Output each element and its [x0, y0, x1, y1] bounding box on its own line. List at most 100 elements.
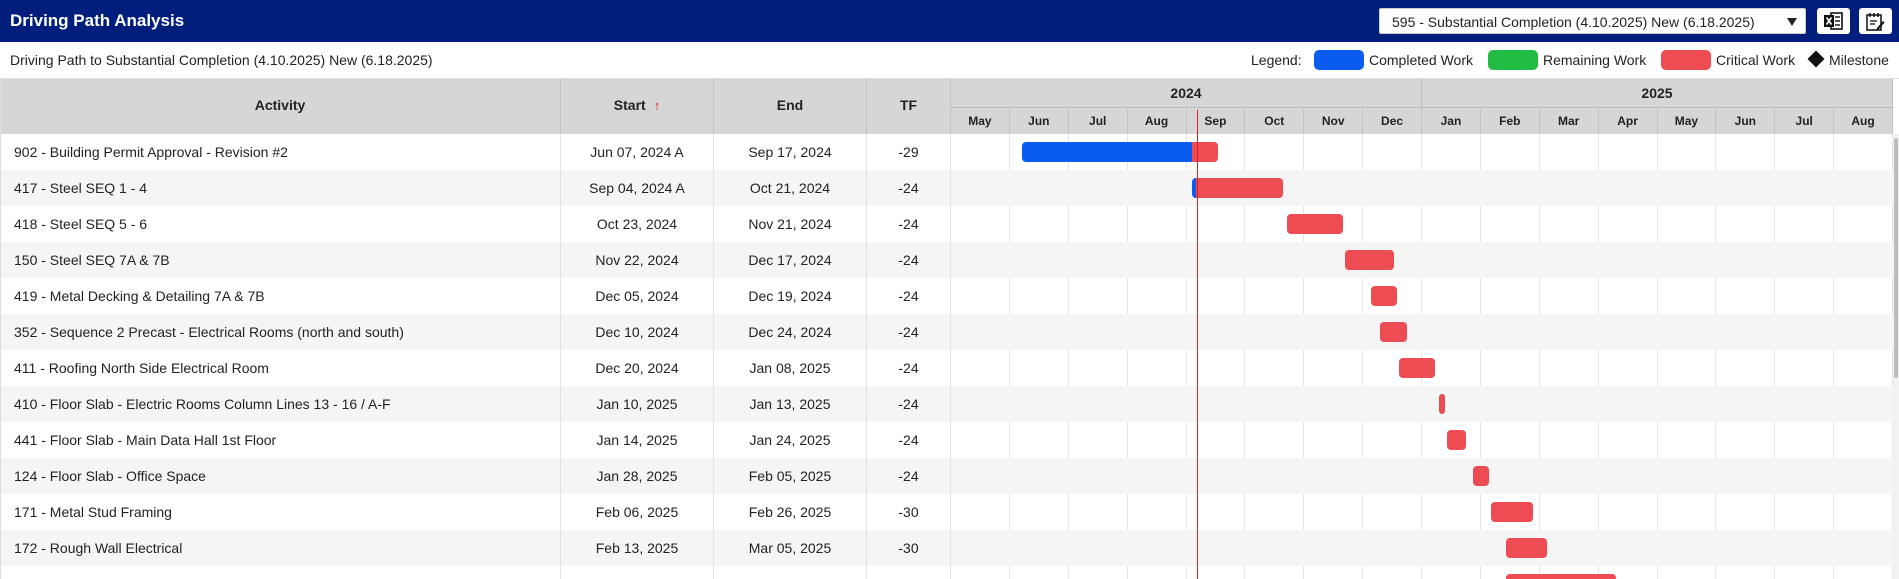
month-header: Feb: [1481, 108, 1540, 134]
start-date-cell: Feb 13, 2025: [561, 530, 714, 566]
month-header: Jul: [1069, 108, 1128, 134]
driving-path-label: Driving Path to Substantial Completion (…: [10, 52, 433, 68]
end-date-cell: Mar 05, 2025: [714, 530, 867, 566]
legend-milestone-label: Milestone: [1829, 52, 1889, 68]
table-row[interactable]: 418 - Steel SEQ 5 - 6 Oct 23, 2024 Nov 21,…: [0, 206, 1893, 242]
gantt-bar-completed[interactable]: [1021, 142, 1197, 162]
activity-cell: 410 - Floor Slab - Electric Rooms Column…: [0, 386, 561, 422]
gantt-bar-critical[interactable]: [1380, 322, 1407, 342]
gantt-bar-critical[interactable]: [1439, 394, 1445, 414]
month-header: Jun: [1716, 108, 1776, 134]
scrollbar-thumb[interactable]: [1894, 138, 1898, 378]
table-row[interactable]: 352 - Sequence 2 Precast - Electrical Ro…: [0, 314, 1893, 350]
column-header-tf[interactable]: TF: [867, 79, 951, 134]
edit-notes-button[interactable]: [1859, 8, 1892, 34]
start-date-cell: Jun 07, 2024 A: [561, 134, 714, 170]
total-float-cell: -24: [867, 170, 951, 206]
month-header: Apr: [1599, 108, 1658, 134]
activity-cell: 352 - Sequence 2 Precast - Electrical Ro…: [0, 314, 561, 350]
total-float-cell: -24: [867, 422, 951, 458]
end-date-cell: Oct 21, 2024: [714, 170, 867, 206]
gantt-bar-critical[interactable]: [1473, 466, 1490, 486]
gantt-bar-critical[interactable]: [1399, 358, 1436, 378]
activity-cell: 411 - Roofing North Side Electrical Room: [0, 350, 561, 386]
end-date-cell: [714, 566, 867, 579]
vertical-scrollbar[interactable]: [1893, 134, 1899, 579]
table-row[interactable]: 172 - Rough Wall Electrical Feb 13, 2025 M…: [0, 530, 1893, 566]
gantt-bar-critical[interactable]: [1491, 502, 1534, 522]
total-float-cell: -24: [867, 278, 951, 314]
legend-critical-label: Critical Work: [1716, 52, 1796, 68]
activity-table-body: 902 - Building Permit Approval - Revisio…: [0, 134, 1893, 579]
edit-notes-icon: [1866, 13, 1885, 31]
month-header: May: [1658, 108, 1717, 134]
total-float-cell: [867, 566, 951, 579]
start-date-cell: Jan 28, 2025: [561, 458, 714, 494]
end-date-cell: Nov 21, 2024: [714, 206, 867, 242]
column-header-end[interactable]: End: [714, 79, 867, 134]
legend-label: Legend:: [1251, 52, 1302, 68]
completed-work-swatch: [1314, 50, 1364, 70]
end-date-cell: Feb 26, 2025: [714, 494, 867, 530]
start-date-cell: Dec 10, 2024: [561, 314, 714, 350]
remaining-work-swatch: [1488, 50, 1538, 70]
gantt-bar-critical[interactable]: [1370, 286, 1398, 306]
start-date-cell: Jan 14, 2025: [561, 422, 714, 458]
end-date-cell: Sep 17, 2024: [714, 134, 867, 170]
column-header-start-label: Start: [613, 97, 646, 113]
gantt-bar-critical[interactable]: [1506, 538, 1548, 558]
table-row[interactable]: [0, 566, 1893, 579]
table-row[interactable]: 410 - Floor Slab - Electric Rooms Column…: [0, 386, 1893, 422]
total-float-cell: -24: [867, 386, 951, 422]
total-float-cell: -24: [867, 350, 951, 386]
column-header-start[interactable]: Start ↑: [561, 79, 714, 134]
total-float-cell: -29: [867, 134, 951, 170]
month-header: Aug: [1128, 108, 1187, 134]
month-header: Sep: [1187, 108, 1246, 134]
table-row[interactable]: 441 - Floor Slab - Main Data Hall 1st Fl…: [0, 422, 1893, 458]
table-row[interactable]: 419 - Metal Decking & Detailing 7A & 7B D…: [0, 278, 1893, 314]
activity-cell: [0, 566, 561, 579]
month-header: Jul: [1775, 108, 1835, 134]
table-row[interactable]: 124 - Floor Slab - Office Space Jan 28, 2…: [0, 458, 1893, 494]
excel-export-button[interactable]: [1817, 8, 1850, 34]
gantt-bar-critical[interactable]: [1196, 178, 1284, 198]
column-header-end-label: End: [776, 97, 804, 113]
title-bar: Driving Path Analysis 595 - Substantial …: [0, 0, 1899, 42]
gantt-bar-critical[interactable]: [1506, 574, 1617, 579]
start-date-cell: Feb 06, 2025: [561, 494, 714, 530]
gantt-bar-critical[interactable]: [1287, 214, 1344, 234]
gantt-bar-critical[interactable]: [1446, 430, 1466, 450]
table-row[interactable]: 902 - Building Permit Approval - Revisio…: [0, 134, 1893, 170]
table-row[interactable]: 411 - Roofing North Side Electrical Room…: [0, 350, 1893, 386]
activity-cell: 418 - Steel SEQ 5 - 6: [0, 206, 561, 242]
total-float-cell: -30: [867, 494, 951, 530]
end-date-cell: Jan 13, 2025: [714, 386, 867, 422]
table-row[interactable]: 150 - Steel SEQ 7A & 7B Nov 22, 2024 Dec 1…: [0, 242, 1893, 278]
scenario-select-value: 595 - Substantial Completion (4.10.2025)…: [1392, 14, 1755, 30]
column-header-activity-label: Activity: [254, 97, 306, 113]
gantt-bar-critical[interactable]: [1345, 250, 1394, 270]
legend-remaining-label: Remaining Work: [1543, 52, 1647, 68]
activity-cell: 150 - Steel SEQ 7A & 7B: [0, 242, 561, 278]
end-date-cell: Jan 24, 2025: [714, 422, 867, 458]
excel-export-icon: [1824, 12, 1843, 30]
table-row[interactable]: 171 - Metal Stud Framing Feb 06, 2025 Feb …: [0, 494, 1893, 530]
month-header: Jan: [1422, 108, 1481, 134]
end-date-cell: Dec 17, 2024: [714, 242, 867, 278]
start-date-cell: Nov 22, 2024: [561, 242, 714, 278]
milestone-diamond-icon: [1807, 50, 1825, 68]
scenario-select[interactable]: 595 - Substantial Completion (4.10.2025)…: [1379, 8, 1806, 34]
activity-cell: 441 - Floor Slab - Main Data Hall 1st Fl…: [0, 422, 561, 458]
year-header-2025: 2025: [1422, 79, 1893, 108]
activity-cell: 417 - Steel SEQ 1 - 4: [0, 170, 561, 206]
end-date-cell: Feb 05, 2025: [714, 458, 867, 494]
month-header: Nov: [1304, 108, 1364, 134]
table-row[interactable]: 417 - Steel SEQ 1 - 4 Sep 04, 2024 A Oct 2…: [0, 170, 1893, 206]
sort-ascending-icon: ↑: [653, 98, 661, 113]
activity-cell: 124 - Floor Slab - Office Space: [0, 458, 561, 494]
total-float-cell: -30: [867, 530, 951, 566]
column-header-activity[interactable]: Activity: [0, 79, 561, 134]
total-float-cell: -24: [867, 242, 951, 278]
total-float-cell: -24: [867, 206, 951, 242]
